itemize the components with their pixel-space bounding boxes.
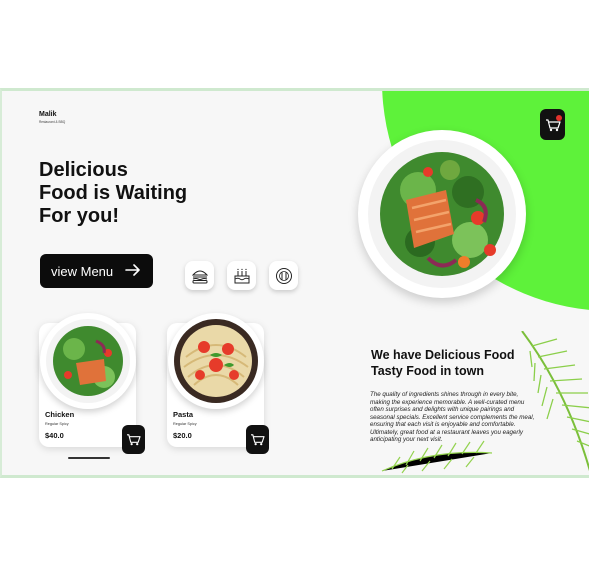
- burger-icon: [191, 270, 208, 283]
- category-dinner[interactable]: [269, 261, 298, 290]
- menu-card-chicken[interactable]: Chicken Regular Spicy $40.0: [39, 313, 145, 454]
- about-title-line-2: Tasty Food in town: [371, 364, 484, 378]
- headline-line-2: Food is Waiting: [39, 182, 188, 204]
- menu-item-tag: Regular Spicy: [45, 422, 69, 426]
- view-menu-label: view Menu: [51, 263, 114, 279]
- hero-headline: Delicious Food is Waiting For you!: [39, 159, 269, 228]
- menu-item-name: Chicken: [45, 410, 75, 419]
- dinner-plate-icon: [275, 267, 292, 284]
- cart-notification-dot: [556, 115, 562, 121]
- restaurant-landing-page: Malik Restaurant & BBQ Delicious Food is…: [0, 88, 589, 478]
- pasta-image: [174, 319, 258, 403]
- category-burger[interactable]: [185, 261, 214, 290]
- arrow-right-icon: [125, 264, 140, 276]
- about-description: The quality of ingredients shines throug…: [370, 391, 535, 443]
- add-to-cart-button[interactable]: [246, 425, 269, 454]
- about-title: We have Delicious Food Tasty Food in tow…: [371, 347, 541, 379]
- headline-line-3: For you!: [39, 205, 119, 227]
- cart-button[interactable]: [540, 109, 565, 140]
- carousel-scrollbar[interactable]: [68, 457, 110, 459]
- headline-line-1: Delicious: [39, 159, 128, 181]
- brand-name[interactable]: Malik: [39, 111, 57, 118]
- hero-salmon-salad-plate: [358, 130, 526, 298]
- menu-item-price: $20.0: [173, 431, 192, 440]
- cart-icon: [127, 434, 141, 446]
- add-to-cart-button[interactable]: [122, 425, 145, 454]
- menu-item-name: Pasta: [173, 410, 194, 419]
- menu-item-tag: Regular Spicy: [173, 422, 197, 426]
- menu-item-price: $40.0: [45, 431, 64, 440]
- view-menu-button[interactable]: view Menu: [40, 254, 153, 288]
- brand-subtitle: Restaurant & BBQ: [39, 120, 66, 124]
- chicken-plate: [40, 313, 136, 409]
- chicken-salad-image: [46, 319, 130, 403]
- cart-icon: [251, 434, 265, 446]
- cake-icon: [234, 268, 249, 283]
- salmon-salad-image: [368, 140, 516, 288]
- pasta-plate: [168, 313, 264, 409]
- about-title-line-1: We have Delicious Food: [371, 348, 515, 362]
- menu-card-pasta[interactable]: Pasta Regular Spicy $20.0: [167, 313, 269, 454]
- category-cake[interactable]: [227, 261, 256, 290]
